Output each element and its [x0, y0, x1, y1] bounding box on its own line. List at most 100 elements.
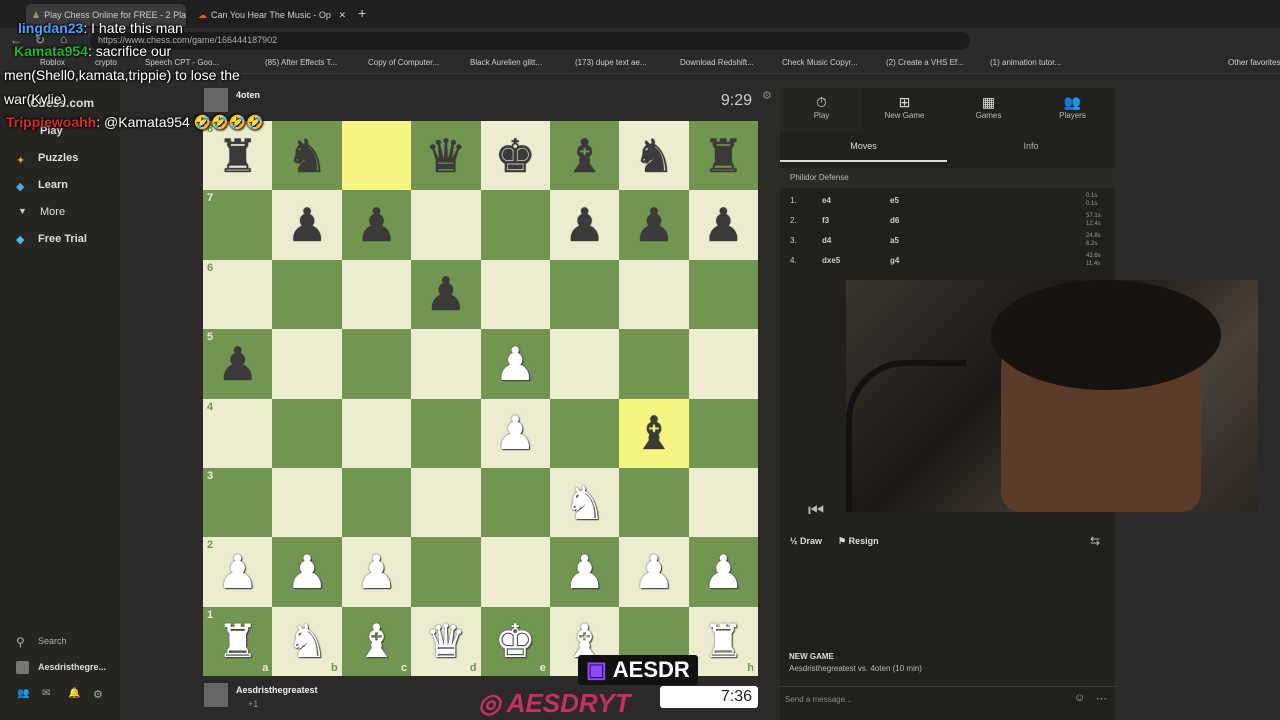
chess-board[interactable]: ♜ 8 ♞ ♛ ♚ ♝ ♞ ♜ 7 ♟ ♟ ♟ ♟ ♟ 6 ♟ ♟ 5 ♟ 4 ♟ ♝ 3 ♞ ♟ 2 ♟ ♟ ♟ ♟ ♟ ♜ 1 a ♞ b ♝ c ♛ d… [203, 121, 759, 677]
square-c6[interactable] [341, 259, 412, 330]
square-f7[interactable]: ♟ [549, 190, 620, 260]
square-f5[interactable] [549, 329, 620, 399]
black-rook[interactable]: ♜ [217, 133, 258, 179]
square-e5[interactable]: ♟ [480, 329, 550, 399]
black-bishop[interactable]: ♝ [564, 133, 605, 179]
square-h7[interactable]: ♟ [688, 190, 759, 260]
square-c5[interactable] [341, 329, 412, 399]
square-b8[interactable]: ♞ [272, 121, 342, 191]
move-black[interactable]: d6 [890, 216, 899, 225]
new-tab-icon[interactable]: + [358, 5, 366, 21]
bookmark-item[interactable]: Copy of Computer... [368, 58, 439, 67]
move-white[interactable]: dxe5 [822, 256, 840, 265]
bell-icon[interactable]: 🔔 [68, 688, 80, 699]
black-rook[interactable]: ♜ [703, 133, 744, 179]
white-rook[interactable]: ♜ [703, 618, 744, 664]
white-knight[interactable]: ♞ [564, 480, 605, 526]
black-bishop[interactable]: ♝ [633, 410, 674, 456]
bookmark-item[interactable]: Black Aurelien glitt... [470, 58, 542, 67]
bookmark-item[interactable]: (173) dupe text ae... [575, 58, 647, 67]
black-pawn[interactable]: ♟ [633, 202, 674, 248]
flip-board-icon[interactable]: ⇆ [1090, 534, 1100, 548]
first-move-icon[interactable]: ⏮ [808, 500, 824, 521]
square-f8[interactable]: ♝ [549, 121, 620, 191]
square-g5[interactable] [619, 329, 689, 399]
black-pawn[interactable]: ♟ [703, 202, 744, 248]
square-h3[interactable] [688, 467, 759, 538]
square-d4[interactable] [411, 398, 481, 468]
tab-players[interactable]: 👥 Players [1031, 88, 1114, 132]
white-pawn[interactable]: ♟ [217, 549, 258, 595]
black-pawn[interactable]: ♟ [356, 202, 397, 248]
square-f3[interactable]: ♞ [549, 467, 620, 538]
square-b2[interactable]: ♟ [272, 537, 342, 607]
sidebar-item-more[interactable]: More [40, 206, 65, 218]
square-a4[interactable]: 4 [203, 398, 273, 468]
move-black[interactable]: g4 [890, 256, 899, 265]
square-f4[interactable] [549, 398, 620, 468]
chat-message-input[interactable]: Send a message... [780, 686, 1115, 712]
square-e1[interactable]: ♚ e [480, 606, 550, 677]
square-a8[interactable]: ♜ 8 [203, 121, 273, 191]
square-d1[interactable]: ♛ d [411, 606, 481, 677]
white-pawn[interactable]: ♟ [703, 549, 744, 595]
square-f2[interactable]: ♟ [549, 537, 620, 607]
square-g4[interactable]: ♝ [619, 398, 689, 468]
square-b1[interactable]: ♞ b [272, 606, 342, 677]
black-pawn[interactable]: ♟ [425, 271, 466, 317]
emoji-icon[interactable]: ☺ [1074, 692, 1085, 704]
square-c7[interactable]: ♟ [341, 190, 412, 260]
move-black[interactable]: e5 [890, 196, 899, 205]
friends-icon[interactable]: 👥 [17, 688, 29, 699]
white-pawn[interactable]: ♟ [286, 549, 327, 595]
square-g8[interactable]: ♞ [619, 121, 689, 191]
white-bishop[interactable]: ♝ [356, 618, 397, 664]
move-white[interactable]: f3 [822, 216, 829, 225]
square-e8[interactable]: ♚ [480, 121, 550, 191]
subtab-info[interactable]: Info [947, 132, 1115, 162]
black-queen[interactable]: ♛ [425, 133, 466, 179]
square-h4[interactable] [688, 398, 759, 468]
black-knight[interactable]: ♞ [286, 133, 327, 179]
square-d3[interactable] [411, 467, 481, 538]
close-icon[interactable]: ✕ [338, 10, 346, 21]
white-king[interactable]: ♚ [495, 618, 536, 664]
black-knight[interactable]: ♞ [633, 133, 674, 179]
square-e6[interactable] [480, 259, 550, 330]
move-black[interactable]: a5 [890, 236, 899, 245]
square-b7[interactable]: ♟ [272, 190, 342, 260]
square-a2[interactable]: ♟ 2 [203, 537, 273, 607]
square-c8[interactable] [341, 121, 412, 191]
white-queen[interactable]: ♛ [425, 618, 466, 664]
black-king[interactable]: ♚ [495, 133, 536, 179]
black-pawn[interactable]: ♟ [217, 341, 258, 387]
square-b6[interactable] [272, 259, 342, 330]
gear-icon[interactable]: ⚙ [762, 89, 772, 102]
square-c1[interactable]: ♝ c [341, 606, 412, 677]
square-e4[interactable]: ♟ [480, 398, 550, 468]
white-pawn[interactable]: ♟ [495, 341, 536, 387]
square-e7[interactable] [480, 190, 550, 260]
opponent-name[interactable]: 4oten [236, 90, 260, 100]
white-pawn[interactable]: ♟ [495, 410, 536, 456]
bookmark-item[interactable]: Roblox [40, 58, 65, 67]
square-c3[interactable] [341, 467, 412, 538]
tab-games[interactable]: ▦ Games [947, 88, 1030, 132]
square-a6[interactable]: 6 [203, 259, 273, 330]
bookmark-item[interactable]: (1) animation tutor... [990, 58, 1061, 67]
bookmark-item[interactable]: Check Music Copyr... [782, 58, 858, 67]
square-b4[interactable] [272, 398, 342, 468]
mail-icon[interactable]: ✉ [42, 688, 50, 699]
sidebar-search[interactable]: Search [38, 636, 67, 646]
bookmark-item[interactable]: Speech CPT - Goo... [145, 58, 219, 67]
move-white[interactable]: e4 [822, 196, 831, 205]
square-f6[interactable] [549, 259, 620, 330]
square-e2[interactable] [480, 537, 550, 607]
square-g6[interactable] [619, 259, 689, 330]
square-c4[interactable] [341, 398, 412, 468]
black-pawn[interactable]: ♟ [286, 202, 327, 248]
gear-icon[interactable]: ⚙ [93, 688, 103, 701]
square-h6[interactable] [688, 259, 759, 330]
square-b5[interactable] [272, 329, 342, 399]
square-h5[interactable] [688, 329, 759, 399]
